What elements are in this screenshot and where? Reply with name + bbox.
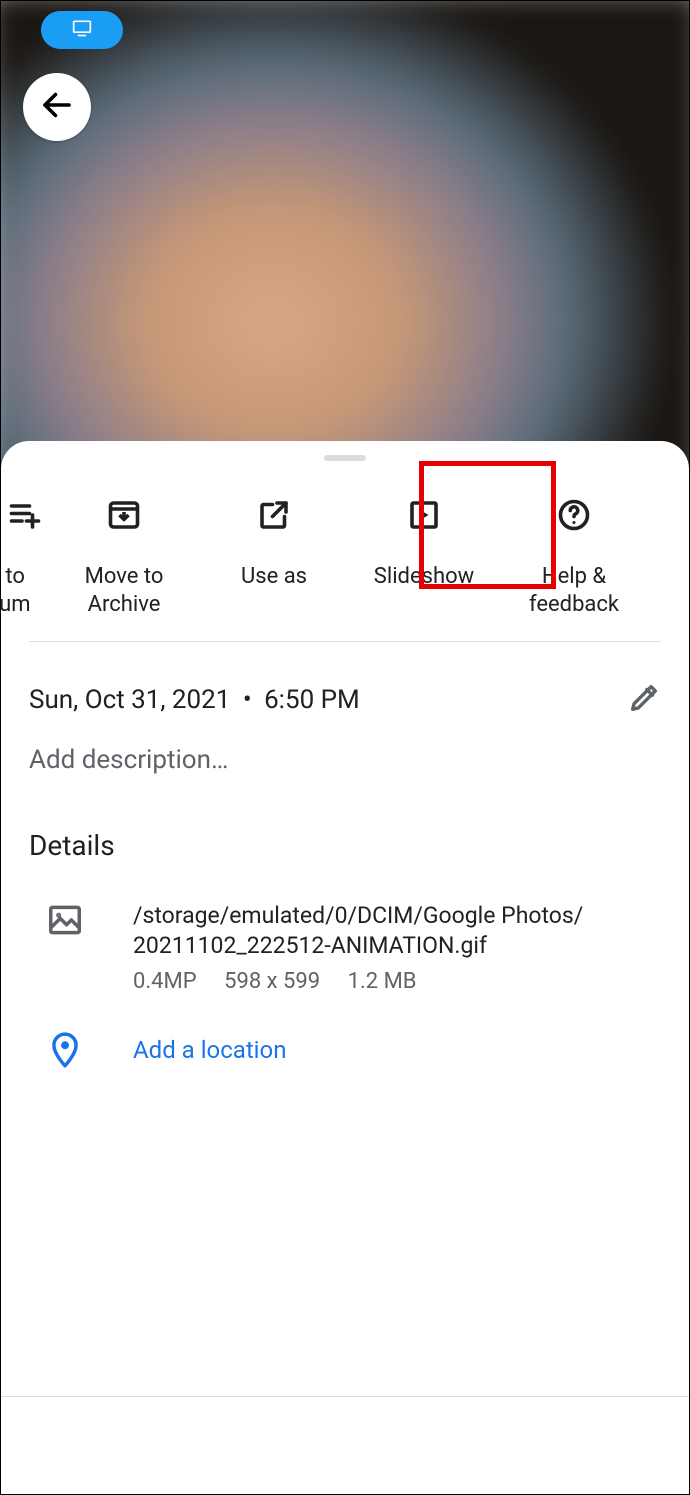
- action-label: Help & feedback: [529, 563, 619, 619]
- cast-icon: [69, 18, 95, 42]
- divider: [29, 641, 661, 642]
- add-location-button[interactable]: Add a location: [45, 1031, 661, 1069]
- playlist-add-icon: [7, 495, 43, 535]
- add-description-field[interactable]: Add description…: [29, 745, 661, 775]
- edit-datetime-button[interactable]: [627, 681, 661, 719]
- action-label: dd to album: [0, 563, 49, 619]
- file-detail-row[interactable]: /storage/emulated/0/DCIM/Google Photos/ …: [45, 901, 661, 994]
- nav-back-button[interactable]: [514, 1426, 554, 1466]
- slideshow-button[interactable]: Slideshow: [349, 483, 499, 591]
- back-button[interactable]: [23, 73, 91, 141]
- pencil-icon: [627, 700, 661, 719]
- system-nav-bar: [1, 1396, 689, 1494]
- details-heading: Details: [29, 829, 115, 862]
- photo-datetime: Sun, Oct 31, 2021 • 6:50 PM: [29, 685, 360, 715]
- arrow-left-icon: [39, 87, 75, 127]
- file-dimensions: 598 x 599: [224, 969, 320, 994]
- file-megapixels: 0.4MP: [133, 969, 197, 994]
- action-label: Slideshow: [374, 563, 474, 591]
- photo-time: 6:50 PM: [264, 685, 360, 715]
- add-location-label: Add a location: [133, 1036, 286, 1064]
- nav-home-button[interactable]: [325, 1426, 365, 1466]
- open-external-icon: [256, 495, 292, 535]
- add-to-album-button[interactable]: dd to album: [0, 483, 49, 619]
- image-file-icon: [45, 901, 85, 939]
- help-icon: [556, 495, 592, 535]
- sheet-grab-handle[interactable]: [324, 455, 366, 461]
- move-to-archive-button[interactable]: Move to Archive: [49, 483, 199, 619]
- file-stats: 0.4MP 598 x 599 1.2 MB: [133, 969, 583, 994]
- file-path: /storage/emulated/0/DCIM/Google Photos/ …: [133, 901, 583, 961]
- action-row: dd to album Move to Archive: [1, 483, 689, 648]
- cast-status-pill[interactable]: [41, 11, 123, 49]
- nav-recent-button[interactable]: [136, 1426, 176, 1466]
- action-label: Use as: [241, 563, 307, 591]
- action-label: Move to Archive: [49, 563, 199, 619]
- use-as-button[interactable]: Use as: [199, 483, 349, 591]
- photo-date: Sun, Oct 31, 2021: [29, 685, 230, 715]
- location-pin-icon: [45, 1031, 85, 1069]
- slideshow-icon: [406, 495, 442, 535]
- file-size: 1.2 MB: [348, 969, 417, 994]
- help-feedback-button[interactable]: Help & feedback: [499, 483, 649, 619]
- archive-icon: [106, 495, 142, 535]
